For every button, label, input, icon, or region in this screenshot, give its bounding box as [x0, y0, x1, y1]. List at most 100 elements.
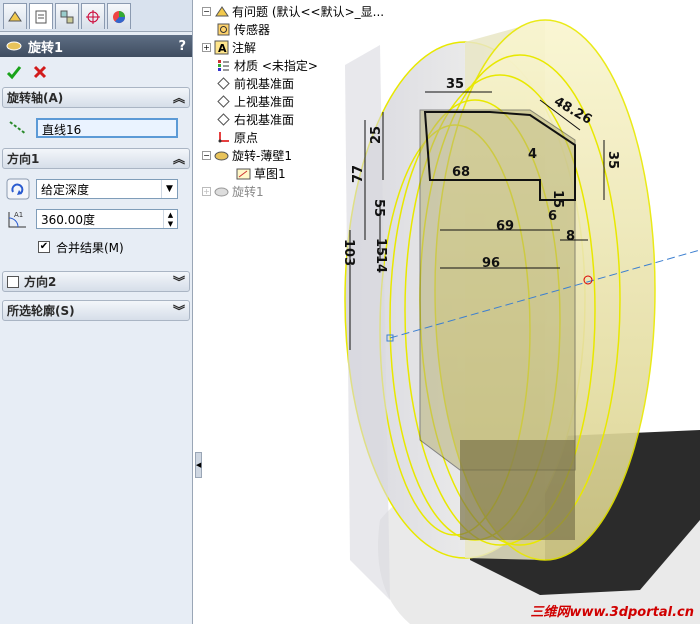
dim-4[interactable]: 4	[528, 147, 537, 162]
tree-item-label: 草图1	[254, 166, 286, 181]
end-condition-select[interactable]: 给定深度 ▼	[36, 179, 178, 199]
tree-item-sensors[interactable]: 传感器	[202, 20, 384, 38]
display-manager-tab[interactable]	[107, 3, 131, 29]
tree-item-material[interactable]: 材质 <未指定>	[202, 56, 384, 74]
property-manager-icon	[35, 10, 47, 23]
angle-icon: A1	[8, 211, 26, 228]
revolve-thin-icon	[214, 151, 229, 160]
merge-result-checkbox[interactable]: ✔	[38, 241, 50, 253]
direction2-checkbox[interactable]	[7, 275, 19, 288]
revolve-icon	[214, 187, 229, 196]
annotation-icon: A	[214, 40, 229, 55]
ok-cancel-row	[0, 57, 192, 87]
tree-root[interactable]: − 有问题 (默认<<默认>_显...	[202, 2, 384, 20]
tree-item-label: 注解	[232, 40, 257, 55]
end-condition-value: 给定深度	[41, 183, 90, 197]
dim-35-right[interactable]: 35	[605, 151, 620, 169]
tree-item-front-plane[interactable]: 前视基准面	[202, 74, 384, 92]
tree-item-label: 上视基准面	[234, 94, 295, 109]
cancel-button[interactable]	[32, 64, 48, 80]
feature-manager-tab[interactable]	[3, 3, 27, 29]
tree-item-label: 旋转1	[232, 184, 264, 199]
plane-icon	[217, 94, 230, 108]
tree-item-top-plane[interactable]: 上视基准面	[202, 92, 384, 110]
tree-item-label: 前视基准面	[234, 76, 295, 91]
reverse-direction-icon[interactable]	[6, 178, 30, 200]
dim-69[interactable]: 69	[496, 219, 514, 234]
dim-96[interactable]: 96	[482, 256, 500, 271]
chevron-down-icon: ︾	[172, 275, 185, 289]
chevron-up-icon: ︽	[172, 91, 185, 105]
hub-bottom	[460, 440, 575, 540]
dim-8[interactable]: 8	[566, 229, 575, 244]
feature-tree: − 有问题 (默认<<默认>_显... 传感器 + A 注解 材质 <未指定> …	[202, 2, 384, 200]
tree-item-label: 右视基准面	[234, 112, 295, 127]
feature-title-bar: 旋转1 ?	[0, 35, 192, 57]
tree-item-label: 原点	[234, 130, 259, 145]
dimxpert-icon	[86, 9, 100, 24]
dim-15-left[interactable]: 15	[373, 238, 388, 256]
sensor-icon	[217, 23, 230, 35]
plane-icon	[217, 76, 230, 90]
direction1-section-header[interactable]: 方向1 ︽	[2, 148, 190, 169]
tree-root-label: 有问题 (默认<<默认>_显...	[232, 4, 385, 19]
selected-contours-section-header[interactable]: 所选轮廓(S) ︾	[2, 300, 190, 321]
dim-14[interactable]: 14	[373, 255, 388, 273]
direction1-label: 方向1	[7, 152, 40, 166]
ok-button[interactable]	[6, 64, 22, 80]
axis-line-icon	[9, 121, 27, 135]
configuration-manager-tab[interactable]	[55, 3, 79, 29]
configuration-manager-icon	[60, 10, 74, 23]
selected-contours-label: 所选轮廓(S)	[7, 304, 75, 318]
tree-item-origin[interactable]: 原点	[202, 128, 384, 146]
feature-manager-icon	[8, 10, 22, 21]
direction2-label: 方向2	[24, 275, 57, 289]
spin-up-icon[interactable]: ▲	[164, 210, 177, 219]
hub-section	[419, 109, 576, 471]
tree-item-annotations[interactable]: + A 注解	[202, 38, 384, 56]
dim-15-right[interactable]: 15	[550, 190, 565, 208]
tree-item-right-plane[interactable]: 右视基准面	[202, 110, 384, 128]
axis-selection-field[interactable]: 直线16	[36, 118, 178, 138]
dimxpert-tab[interactable]	[81, 3, 105, 29]
dim-103[interactable]: 103	[341, 239, 356, 266]
feature-title: 旋转1	[28, 40, 64, 56]
axis-section-label: 旋转轴(A)	[7, 91, 64, 105]
help-button[interactable]: ?	[178, 39, 186, 54]
dim-55[interactable]: 55	[371, 199, 386, 217]
axis-section-header[interactable]: 旋转轴(A) ︽	[2, 87, 190, 108]
sketch-icon	[236, 168, 251, 179]
svg-text:A: A	[218, 42, 227, 55]
chevron-up-icon: ︽	[172, 152, 185, 166]
svg-text:A1: A1	[14, 211, 23, 219]
part-icon	[215, 5, 229, 16]
axis-section-body: 直线16	[0, 108, 192, 148]
manager-tabs	[0, 0, 192, 32]
angle-spinbox[interactable]: 360.00度 ▲ ▼	[36, 209, 178, 229]
dim-6[interactable]: 6	[548, 209, 557, 224]
property-manager-tab[interactable]	[29, 3, 53, 29]
display-manager-icon	[113, 10, 126, 23]
tree-item-sketch1[interactable]: 草图1	[202, 164, 384, 182]
tree-item-revolve1[interactable]: + 旋转1	[202, 182, 384, 200]
collapse-icon[interactable]: −	[202, 150, 211, 160]
plane-icon	[217, 112, 230, 126]
chevron-down-icon[interactable]: ▼	[161, 180, 177, 198]
dim-68[interactable]: 68	[452, 165, 470, 180]
collapse-icon[interactable]: −	[202, 6, 211, 16]
merge-result-label: 合并结果(M)	[56, 240, 124, 255]
chevron-down-icon: ︾	[172, 304, 185, 318]
tree-item-revolve-thin[interactable]: − 旋转-薄壁1	[202, 146, 384, 164]
direction1-section-body: 给定深度 ▼ A1 360.00度 ▲ ▼ ✔ 合并结果(M)	[0, 169, 192, 267]
angle-value: 360.00度	[41, 213, 95, 227]
panel-collapse-handle[interactable]: ◀	[195, 452, 202, 478]
origin-icon	[218, 131, 229, 142]
property-manager: 旋转1 ? 旋转轴(A) ︽ 直线16 方向1 ︽ 给定深度 ▼ A1 360.…	[0, 0, 193, 624]
revolve-icon	[6, 41, 22, 51]
direction2-section-header[interactable]: 方向2 ︾	[2, 271, 190, 292]
expand-icon[interactable]: +	[202, 186, 211, 196]
spin-down-icon[interactable]: ▼	[164, 219, 177, 228]
expand-icon[interactable]: +	[202, 42, 211, 52]
material-icon	[218, 59, 229, 71]
dim-35-top[interactable]: 35	[446, 77, 464, 92]
